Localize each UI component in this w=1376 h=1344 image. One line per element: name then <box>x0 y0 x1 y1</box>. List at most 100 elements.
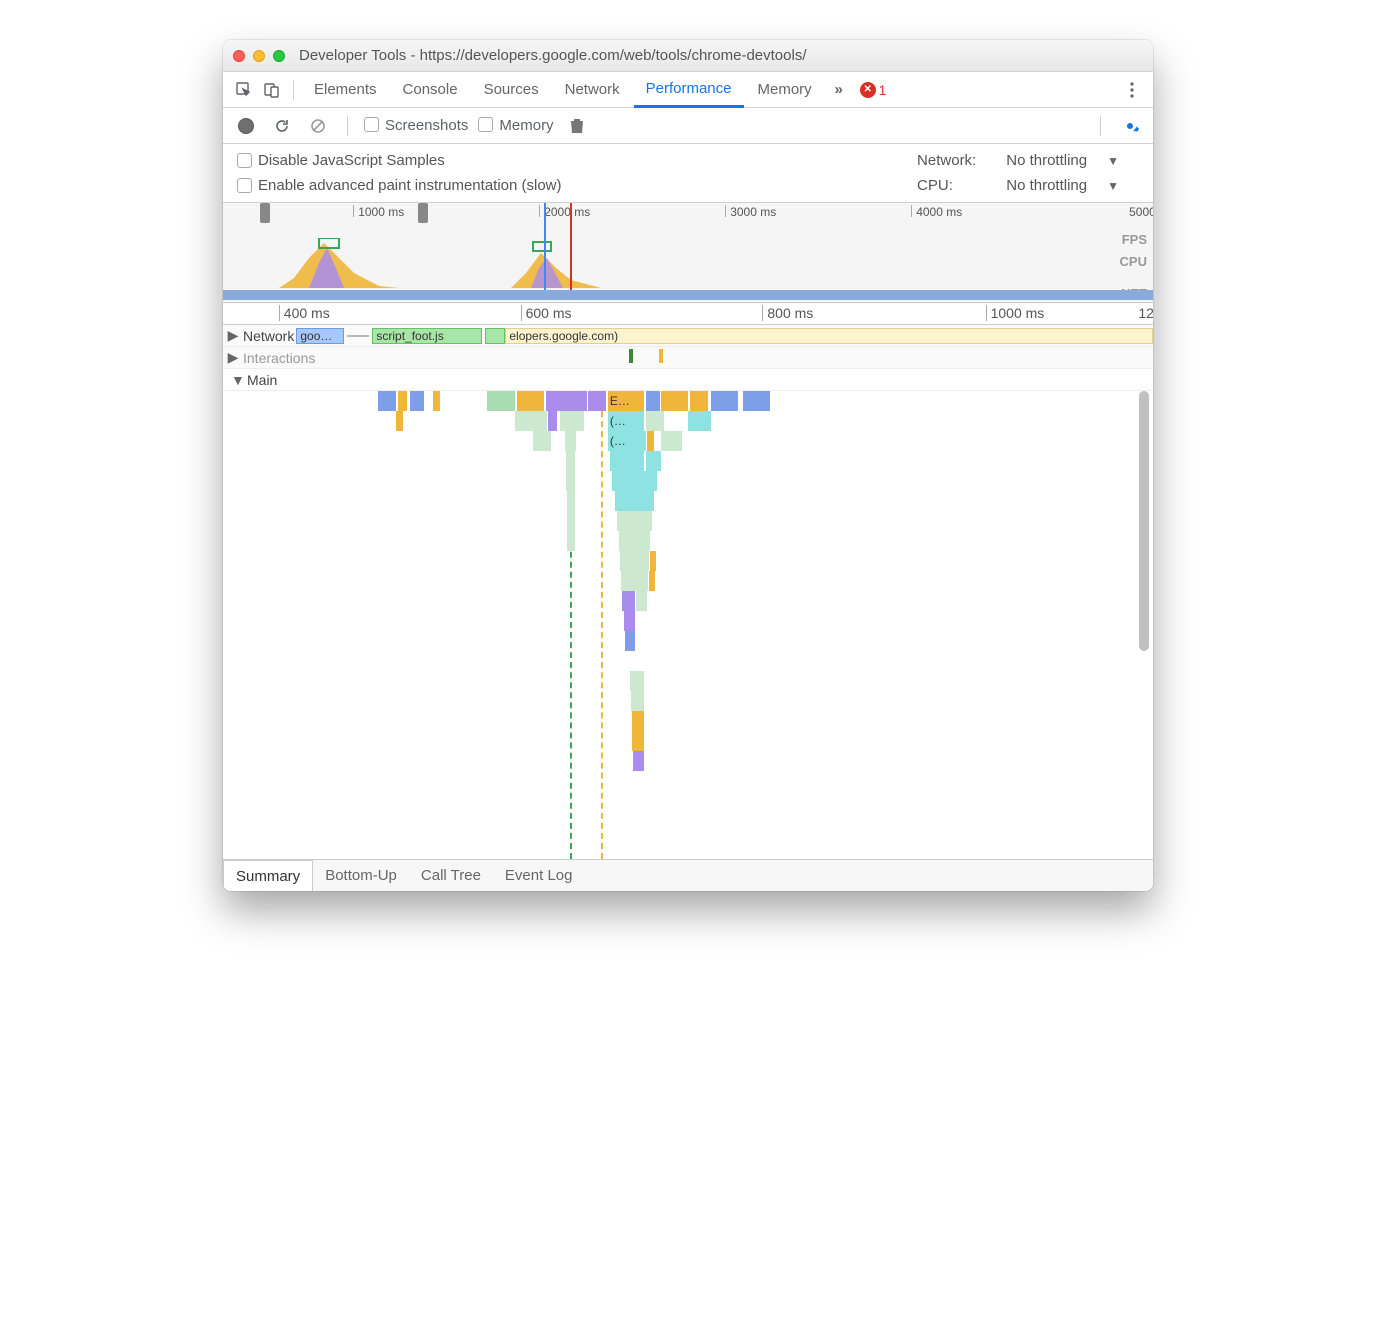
flame-bar[interactable] <box>567 511 575 531</box>
flame-bar[interactable] <box>690 391 708 411</box>
flame-bar[interactable] <box>688 411 711 431</box>
vertical-scrollbar[interactable] <box>1139 391 1149 651</box>
flame-bar[interactable] <box>646 411 664 431</box>
tab-bottom-up[interactable]: Bottom-Up <box>313 860 409 891</box>
flame-bar[interactable] <box>649 571 655 591</box>
flame-bar[interactable] <box>633 751 644 771</box>
flame-bar[interactable] <box>617 511 652 531</box>
ruler-tick: 1000 ms <box>353 205 404 217</box>
flame-bar[interactable] <box>632 711 645 731</box>
flame-bar[interactable] <box>620 551 649 571</box>
flame-bar[interactable] <box>546 391 587 411</box>
timeline-ruler[interactable]: 400 ms 600 ms 800 ms 1000 ms 120 <box>223 303 1153 325</box>
flame-bar[interactable] <box>515 411 547 431</box>
enable-paint-checkbox[interactable]: Enable advanced paint instrumentation (s… <box>237 177 897 194</box>
flame-bar[interactable] <box>517 391 544 411</box>
flame-bar[interactable] <box>612 471 658 491</box>
flame-bar[interactable] <box>661 431 682 451</box>
net-resource[interactable] <box>485 328 505 344</box>
flame-bar[interactable] <box>619 531 650 551</box>
flame-bar[interactable] <box>661 391 688 411</box>
details-tabbar: Summary Bottom-Up Call Tree Event Log <box>223 859 1153 891</box>
flame-bar[interactable] <box>631 691 645 711</box>
flame-bar[interactable] <box>533 431 551 451</box>
flame-bar[interactable] <box>487 391 514 411</box>
flame-bar[interactable]: (… <box>608 431 646 451</box>
network-throttle-select[interactable]: No throttling▼ <box>1006 152 1119 169</box>
flame-bar[interactable] <box>396 411 402 431</box>
window-controls <box>233 50 285 62</box>
tab-console[interactable]: Console <box>391 72 470 107</box>
tab-network[interactable]: Network <box>553 72 632 107</box>
record-button[interactable] <box>233 113 259 139</box>
chevron-down-icon: ▼ <box>1107 179 1119 193</box>
flame-bar[interactable] <box>610 451 645 471</box>
flame-bar[interactable] <box>624 611 635 631</box>
net-resource[interactable]: script_foot.js <box>372 328 482 344</box>
flame-bar[interactable] <box>410 391 424 411</box>
trash-button[interactable] <box>564 113 590 139</box>
flame-bar[interactable]: (… <box>608 411 644 431</box>
flame-bar[interactable] <box>647 431 654 451</box>
flame-bar[interactable] <box>433 391 440 411</box>
memory-checkbox[interactable]: Memory <box>478 117 553 134</box>
flame-bar[interactable] <box>398 391 407 411</box>
tab-call-tree[interactable]: Call Tree <box>409 860 493 891</box>
overview-pane[interactable]: 1000 ms 2000 ms 3000 ms 4000 ms 5000 FPS… <box>223 203 1153 303</box>
flame-bar[interactable] <box>566 471 575 491</box>
flame-bar[interactable]: E… <box>608 391 644 411</box>
overview-ruler: 1000 ms 2000 ms 3000 ms 4000 ms 5000 <box>223 203 1153 223</box>
interactions-track-header[interactable]: ▶ Interactions <box>223 347 1153 369</box>
flame-bar[interactable] <box>588 391 606 411</box>
screenshots-checkbox[interactable]: Screenshots <box>364 117 468 134</box>
flame-bar[interactable] <box>622 591 635 611</box>
clear-button[interactable] <box>305 113 331 139</box>
reload-button[interactable] <box>269 113 295 139</box>
flame-bar[interactable] <box>636 591 647 611</box>
flame-bar[interactable] <box>565 431 576 451</box>
main-thread-area: ▼ Main E… <box>223 369 1153 859</box>
minimize-window-icon[interactable] <box>253 50 265 62</box>
record-icon <box>238 118 254 134</box>
more-tabs-icon[interactable]: » <box>826 77 852 103</box>
flame-bar[interactable] <box>378 391 396 411</box>
disable-js-samples-checkbox[interactable]: Disable JavaScript Samples <box>237 152 897 169</box>
flame-bar[interactable] <box>646 451 661 471</box>
flame-bar[interactable] <box>615 491 654 511</box>
ruler-tick: 800 ms <box>762 305 813 321</box>
flame-bar[interactable] <box>711 391 738 411</box>
flame-bar[interactable] <box>646 391 660 411</box>
flame-bar[interactable] <box>632 731 644 751</box>
tab-summary[interactable]: Summary <box>223 860 313 891</box>
tab-performance[interactable]: Performance <box>634 73 744 108</box>
close-window-icon[interactable] <box>233 50 245 62</box>
range-handle-left[interactable] <box>260 203 270 223</box>
flame-bar[interactable] <box>560 411 584 431</box>
error-badge[interactable]: 1 <box>860 82 887 98</box>
kebab-menu-icon[interactable] <box>1119 77 1145 103</box>
flame-bar[interactable] <box>621 571 648 591</box>
flame-bar[interactable] <box>567 531 575 551</box>
flame-bar[interactable] <box>567 491 575 511</box>
flame-chart[interactable]: E… (… (… <box>223 391 1135 859</box>
flame-bar[interactable] <box>566 451 575 471</box>
flame-bar[interactable] <box>630 671 645 691</box>
network-track-header[interactable]: ▶ Network goo… script_foot.js elopers.go… <box>223 325 1153 347</box>
tab-memory[interactable]: Memory <box>746 72 824 107</box>
cpu-throttle-select[interactable]: No throttling▼ <box>1006 177 1119 194</box>
device-toggle-icon[interactable] <box>259 77 285 103</box>
flame-bar[interactable] <box>625 631 635 651</box>
settings-button[interactable] <box>1117 113 1143 139</box>
flame-bar[interactable] <box>548 411 557 431</box>
inspect-icon[interactable] <box>231 77 257 103</box>
range-handle-right[interactable] <box>418 203 428 223</box>
net-resource[interactable]: goo… <box>296 328 344 344</box>
tab-event-log[interactable]: Event Log <box>493 860 585 891</box>
zoom-window-icon[interactable] <box>273 50 285 62</box>
tab-elements[interactable]: Elements <box>302 72 389 107</box>
main-track-header[interactable]: ▼ Main <box>223 369 1153 391</box>
flame-bar[interactable] <box>743 391 770 411</box>
flame-bar[interactable] <box>650 551 656 571</box>
net-resource[interactable]: elopers.google.com) <box>505 328 1153 344</box>
tab-sources[interactable]: Sources <box>472 72 551 107</box>
